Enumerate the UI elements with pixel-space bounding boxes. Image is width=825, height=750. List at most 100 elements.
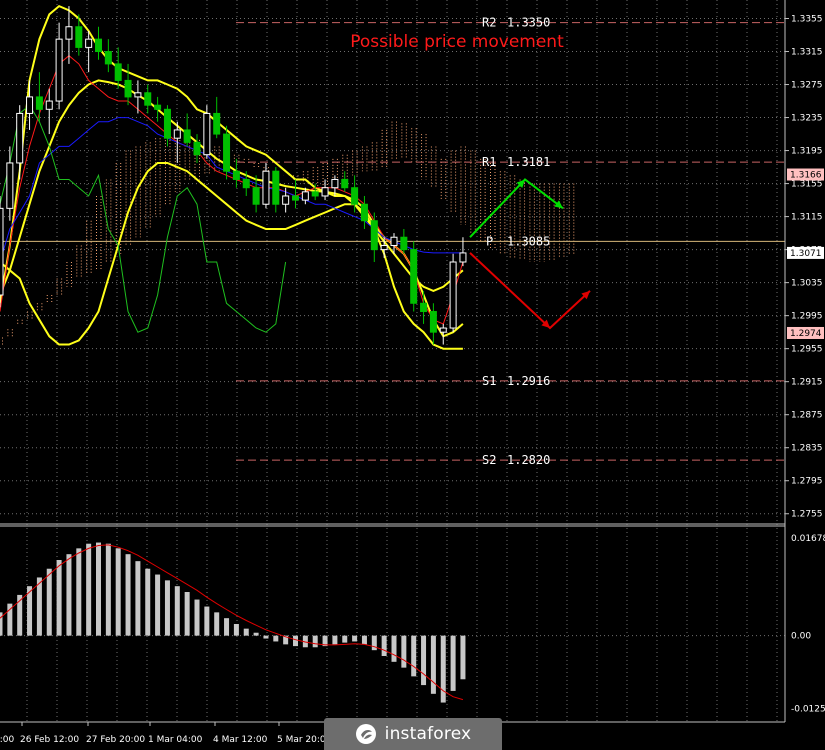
level-name: R1 — [482, 155, 496, 169]
candle-body — [370, 220, 378, 251]
price-tick-label: 1.3155 — [791, 180, 823, 190]
level-name: S1 — [482, 374, 496, 388]
level-value: 1.2820 — [507, 453, 550, 467]
candle-body — [292, 195, 299, 201]
macd-bar — [96, 542, 101, 636]
candle-body — [390, 236, 398, 246]
price-marker-label: 1.3166 — [790, 171, 822, 181]
macd-bar — [164, 580, 170, 636]
candle-body — [331, 178, 339, 189]
time-tick-label: 4 Mar 12:00 — [213, 735, 268, 745]
candle-body — [55, 38, 63, 102]
candle — [410, 241, 418, 312]
level-label-r2: R2 1.3350 — [482, 16, 550, 30]
candle-body — [282, 195, 290, 205]
level-value: 1.3181 — [507, 155, 550, 169]
level-name: P — [486, 234, 493, 248]
candle-body — [301, 191, 309, 201]
macd-bar — [381, 635, 387, 656]
price-tick-label: 1.2915 — [791, 378, 823, 388]
level-value: 1.3085 — [507, 234, 550, 248]
macd-bar — [76, 548, 82, 636]
logo-text: instaforex — [384, 724, 472, 744]
price-tick-label: 1.2955 — [791, 345, 823, 355]
macd-bar — [86, 543, 92, 636]
candle — [0, 195, 4, 308]
candle-body — [242, 178, 250, 189]
macd-bar — [125, 554, 131, 636]
instaforex-logo-icon — [355, 723, 377, 745]
candle-body — [144, 92, 152, 106]
macd-bar — [312, 635, 318, 648]
macd-bar — [430, 635, 436, 694]
macd-bar — [243, 628, 249, 636]
macd-bar — [450, 635, 456, 691]
macd-bar — [352, 635, 358, 642]
level-label-r1: R1 1.3181 — [482, 155, 550, 169]
candle-body — [272, 170, 280, 205]
macd-bar — [263, 635, 269, 639]
macd-bar — [145, 568, 151, 636]
candle-body — [75, 26, 83, 48]
candle-body — [45, 100, 53, 110]
candle-body — [213, 112, 221, 135]
candle-body — [223, 133, 231, 172]
candle-body — [449, 261, 457, 329]
macd-bar — [391, 635, 397, 662]
candle-body — [262, 170, 270, 205]
macd-bar — [135, 561, 141, 636]
macd-bar — [421, 635, 427, 686]
candle-body — [400, 236, 408, 251]
macd-bar — [36, 577, 42, 636]
price-marker: 1.2974 — [787, 326, 824, 339]
level-name: S2 — [482, 453, 496, 467]
price-marker-label: 1.3071 — [790, 249, 822, 259]
candle-body — [429, 311, 437, 333]
level-label-s1: S1 1.2916 — [482, 374, 550, 388]
time-tick-label: 1 Mar 04:00 — [148, 735, 203, 745]
candle-body — [0, 207, 4, 296]
level-name: R2 — [482, 16, 496, 30]
price-tick-label: 1.2795 — [791, 477, 823, 487]
candle — [203, 105, 211, 159]
level-value: 1.2916 — [507, 374, 550, 388]
price-tick-label: 1.2875 — [791, 411, 823, 421]
macd-bar — [214, 612, 220, 636]
candle-body — [439, 327, 447, 333]
price-tick-label: 1.3275 — [791, 81, 823, 91]
price-tick-label: 1.2755 — [791, 510, 823, 520]
candle-body — [65, 26, 73, 40]
macd-bar — [174, 586, 180, 636]
candle-body — [380, 244, 388, 251]
macd-bar — [194, 599, 200, 636]
time-tick-label: 0:00 — [0, 735, 14, 745]
chart-title: Possible price movement — [350, 32, 564, 52]
candle-body — [360, 203, 368, 222]
macd-bar — [371, 635, 377, 651]
price-tick-label: 1.3315 — [791, 48, 823, 58]
macd-bar — [233, 624, 239, 636]
price-tick-label: 1.2995 — [791, 312, 823, 322]
price-tick-label: 1.2835 — [791, 444, 823, 454]
macd-bar — [184, 592, 190, 636]
candle-body — [154, 104, 162, 110]
price-tick-label: 1.3195 — [791, 147, 823, 157]
level-label-s2: S2 1.2820 — [482, 453, 550, 467]
time-tick-label: 27 Feb 20:00 — [86, 735, 145, 745]
macd-bar — [440, 635, 446, 703]
price-tick-label: 1.3235 — [791, 114, 823, 124]
macd-bar — [56, 560, 62, 636]
candle-body — [163, 108, 171, 139]
candle-body — [351, 187, 359, 205]
candle-body — [252, 187, 260, 205]
candle — [223, 125, 231, 180]
time-tick-label: 26 Feb 12:00 — [20, 735, 79, 745]
candle-body — [114, 63, 122, 81]
macd-bar — [224, 618, 230, 636]
macd-bar — [46, 568, 52, 636]
price-chart[interactable]: R2 1.3350R1 1.3181P 1.3085S1 1.2916S2 1.2820 … — [0, 0, 825, 750]
candle-body — [35, 96, 43, 110]
macd-bar — [155, 574, 161, 636]
macd-bar — [204, 606, 210, 636]
candle-body — [193, 141, 201, 156]
